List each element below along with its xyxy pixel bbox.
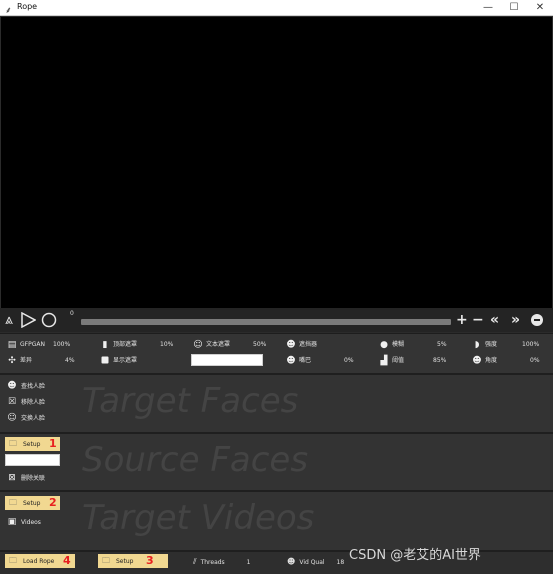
timeline-slider[interactable]	[81, 319, 451, 325]
angle-icon: ☻	[472, 355, 482, 366]
csdn-watermark: CSDN @老艾的AI世界	[349, 548, 481, 563]
folder-icon: 🗀	[9, 556, 17, 565]
threads-icon: ⫽	[193, 557, 197, 566]
swap-faces-icon: ☺	[7, 413, 17, 423]
plus-icon[interactable]: +	[456, 310, 468, 330]
minimize-button[interactable]: —	[475, 0, 501, 16]
annotation-4: 4	[63, 554, 71, 567]
param-show-mask[interactable]: 显示遮罩	[100, 355, 190, 367]
rope-app-icon: ⸙	[5, 6, 12, 16]
play-icon[interactable]	[20, 310, 37, 333]
find-faces-icon: ☻	[7, 381, 17, 391]
threshold-icon: ▟	[380, 355, 388, 366]
folder-icon: 🗀	[9, 498, 17, 507]
maximize-button[interactable]: ☐	[501, 0, 527, 16]
mouth-value: 0%	[344, 357, 354, 364]
gfpgan-icon: ▤	[7, 339, 17, 350]
record-icon[interactable]	[41, 310, 57, 333]
param-text-mask[interactable]: ☺ 文本遮罩 50%	[193, 339, 283, 351]
threads-control[interactable]: ⫽ Threads 1	[193, 557, 250, 568]
strength-value: 100%	[522, 341, 540, 348]
text-mask-input[interactable]	[191, 354, 263, 366]
text-mask-icon: ☺	[193, 339, 203, 350]
target-videos-panel: Target Videos ▣ Videos	[0, 490, 553, 550]
annotation-1: 1	[49, 437, 57, 450]
threads-value: 1	[246, 559, 251, 566]
top-mask-icon: ▮	[102, 339, 108, 350]
videos-button[interactable]: ▣ Videos	[7, 516, 41, 528]
video-preview	[1, 17, 552, 308]
blur-icon: ●	[380, 339, 388, 350]
text-mask-value: 50%	[253, 341, 267, 348]
param-gfpgan[interactable]: ▤ GFPGAN 100%	[7, 339, 97, 351]
find-faces-button[interactable]: ☻ 查找人脸	[7, 380, 45, 392]
folder-icon: 🗀	[9, 439, 17, 448]
source-faces-heading: Source Faces	[82, 440, 309, 480]
videos-icon: ▣	[7, 517, 17, 527]
minus-icon[interactable]: −	[472, 310, 484, 330]
vid-qual-value: 18	[336, 559, 345, 566]
diff-value: 4%	[65, 357, 75, 364]
angle-value: 0%	[530, 357, 540, 364]
mouth-icon: ☻	[286, 355, 296, 366]
parameters-panel: ▤ GFPGAN 100% ▮ 顶部遮罩 10% ☺ 文本遮罩 50% ☻ 遮挡器 ● 模…	[0, 333, 553, 373]
bottom-setup-button[interactable]: 🗀 Setup 3	[98, 554, 168, 568]
show-mask-checkbox[interactable]	[100, 356, 110, 366]
occluder-icon: ☻	[286, 339, 296, 350]
annotation-2: 2	[49, 496, 57, 509]
target-videos-setup-button[interactable]: 🗀 Setup 2	[5, 496, 60, 510]
top-mask-value: 10%	[160, 341, 174, 348]
target-videos-heading: Target Videos	[82, 498, 315, 538]
swap-faces-button[interactable]: ☺ 交换人脸	[7, 412, 45, 424]
load-rope-button[interactable]: 🗀 Load Rope 4	[5, 554, 75, 568]
param-diff[interactable]: ✣ 差异 4%	[7, 355, 97, 367]
annotation-3: 3	[146, 554, 154, 567]
clear-association-button[interactable]: ⊠ 删除关联	[7, 472, 45, 484]
rewind-icon[interactable]: «	[490, 310, 499, 330]
source-faces-panel: Source Faces ⊠ 删除关联	[0, 432, 553, 490]
up-chevrons-icon[interactable]: ⩓	[5, 310, 13, 330]
clear-icon: ⊠	[8, 473, 16, 483]
target-faces-heading: Target Faces	[82, 381, 299, 421]
param-occluder[interactable]: ☻ 遮挡器	[286, 339, 376, 351]
title-bar: ⸙ Rope — ☐ ✕	[0, 0, 553, 16]
fast-forward-icon[interactable]: »	[511, 310, 520, 330]
threshold-value: 85%	[433, 357, 447, 364]
diff-icon: ✣	[8, 355, 16, 366]
param-blur[interactable]: ● 模糊 5%	[379, 339, 469, 351]
vid-qual-control[interactable]: ☻ Vid Qual 18	[287, 557, 344, 568]
vid-qual-icon: ☻	[287, 557, 296, 566]
blur-value: 5%	[437, 341, 447, 348]
param-strength[interactable]: ◗ 强度 100%	[472, 339, 550, 351]
source-faces-setup-button[interactable]: 🗀 Setup 1	[5, 437, 60, 451]
window-title: Rope	[17, 2, 38, 11]
frame-number: 0	[70, 310, 74, 317]
gfpgan-value: 100%	[53, 341, 71, 348]
param-top-mask[interactable]: ▮ 顶部遮罩 10%	[100, 339, 190, 351]
folder-icon: 🗀	[102, 556, 110, 565]
remove-faces-button[interactable]: ☒ 移除人脸	[7, 396, 45, 408]
strength-icon: ◗	[474, 339, 480, 350]
target-faces-panel: Target Faces ☻ 查找人脸 ☒ 移除人脸 ☺ 交换人脸	[0, 373, 553, 432]
stop-icon[interactable]	[531, 310, 543, 331]
param-threshold[interactable]: ▟ 阈值 85%	[379, 355, 469, 367]
source-faces-search-input[interactable]	[5, 454, 60, 466]
param-angle[interactable]: ☻ 角度 0%	[472, 355, 550, 367]
close-button[interactable]: ✕	[527, 0, 553, 16]
remove-faces-icon: ☒	[7, 397, 17, 407]
param-mouth[interactable]: ☻ 嘴巴 0%	[286, 355, 376, 367]
